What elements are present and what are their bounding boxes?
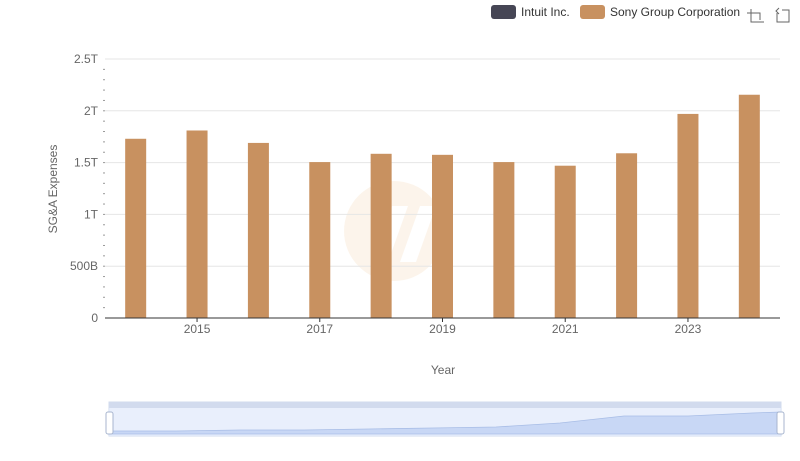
slider-handle-right[interactable] <box>776 411 785 435</box>
x-tick-label: 2019 <box>429 322 456 336</box>
slider-handle-left[interactable] <box>105 411 114 435</box>
bar-2017[interactable] <box>309 162 331 318</box>
bar-2024[interactable] <box>738 94 760 318</box>
legend-label-intuit: Intuit Inc. <box>521 5 570 19</box>
slider-top-bar[interactable] <box>109 402 781 408</box>
data-zoom-icon[interactable] <box>747 9 764 23</box>
legend: Intuit Inc. Sony Group Corporation <box>491 5 740 19</box>
legend-item-intuit[interactable]: Intuit Inc. <box>491 5 570 19</box>
bar-2022[interactable] <box>616 153 638 318</box>
bar-series <box>125 94 760 319</box>
bar-2016[interactable] <box>247 142 269 318</box>
y-tick-label: 2.5T <box>74 52 99 66</box>
y-tick-label: 2T <box>84 104 99 118</box>
legend-swatch-intuit <box>491 5 516 19</box>
y-tick-label: 1T <box>84 207 99 221</box>
y-axis: 0 500B 1T 1.5T 2T 2.5T <box>70 52 99 325</box>
x-tick-label: 2017 <box>306 322 333 336</box>
data-zoom-slider[interactable] <box>105 401 785 437</box>
legend-item-sony[interactable]: Sony Group Corporation <box>580 5 740 19</box>
x-axis-title: Year <box>431 363 455 377</box>
y-tick-label: 0 <box>91 311 98 325</box>
bar-2020[interactable] <box>493 162 515 318</box>
legend-swatch-sony <box>580 5 605 19</box>
bar-2019[interactable] <box>432 154 453 318</box>
bar-2021[interactable] <box>554 165 576 318</box>
y-tick-label: 1.5T <box>74 156 99 170</box>
restore-icon[interactable] <box>775 7 790 23</box>
legend-label-sony: Sony Group Corporation <box>610 5 740 19</box>
bar-2023[interactable] <box>677 113 699 319</box>
y-axis-title: SG&A Expenses <box>46 145 60 234</box>
bar-2018[interactable] <box>370 153 392 318</box>
x-axis: 2015 2017 2019 2021 2023 <box>184 318 702 336</box>
y-minor-ticks <box>103 68 105 309</box>
y-tick-label: 500B <box>70 259 98 273</box>
x-tick-label: 2023 <box>675 322 702 336</box>
x-tick-label: 2015 <box>184 322 211 336</box>
bar-2015[interactable] <box>186 130 208 318</box>
bar-2014[interactable] <box>125 138 147 318</box>
x-tick-label: 2021 <box>552 322 579 336</box>
chart: 0 500B 1T 1.5T 2T 2.5T 2015 2017 2019 2021 2023 S… <box>46 5 790 437</box>
